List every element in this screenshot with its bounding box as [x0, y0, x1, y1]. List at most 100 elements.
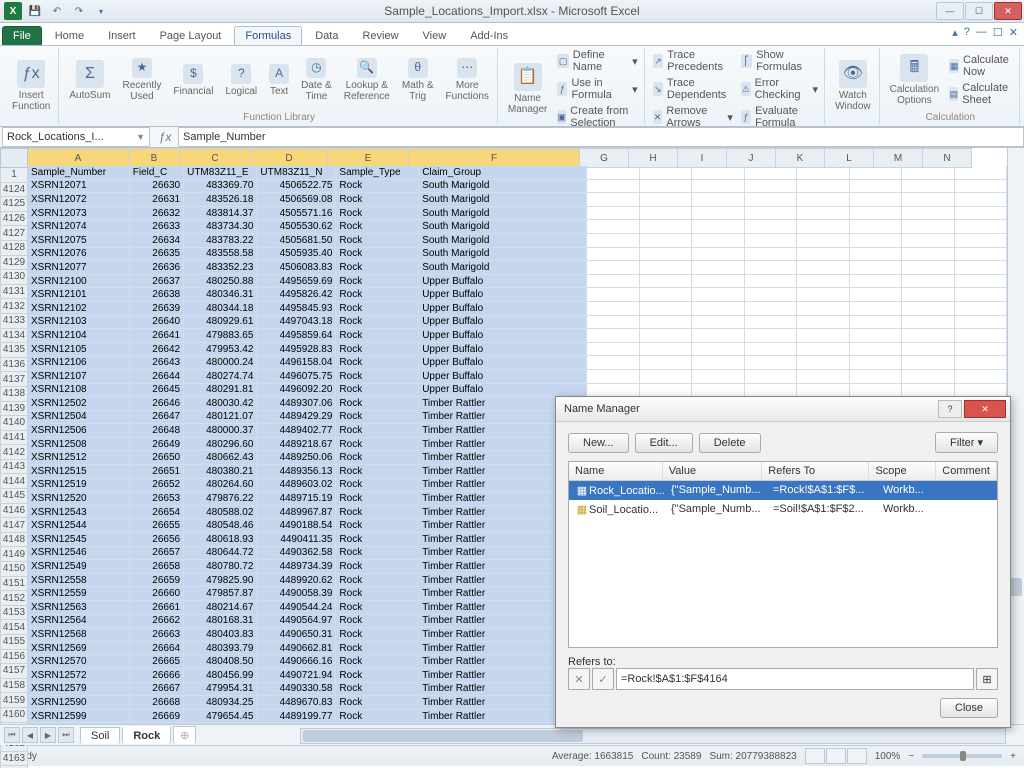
trace-dependents-button[interactable]: ↘Trace Dependents [651, 76, 735, 102]
table-row[interactable]: XSRN1210126638480346.314495826.42RockUpp… [28, 288, 1007, 302]
cell[interactable]: XSRN12599 [28, 710, 130, 724]
row-header[interactable]: 4135 [0, 343, 28, 358]
autosum-button[interactable]: ΣAutoSum [65, 58, 114, 103]
cell[interactable] [692, 356, 744, 370]
cell[interactable] [902, 166, 954, 180]
cell[interactable] [797, 220, 849, 234]
cell[interactable]: 480393.79 [184, 642, 257, 656]
cell[interactable]: Rock [336, 302, 419, 316]
cell[interactable] [745, 288, 797, 302]
cell[interactable]: UTM83Z11_N [257, 166, 336, 180]
cell[interactable]: 4489250.06 [257, 451, 336, 465]
logical-button[interactable]: ?Logical [221, 62, 261, 99]
cell[interactable]: Rock [336, 479, 419, 493]
cell[interactable]: 479954.31 [184, 683, 257, 697]
cell[interactable]: Rock [336, 642, 419, 656]
col-header-N[interactable]: N [923, 148, 972, 168]
delete-name-button[interactable]: Delete [699, 433, 761, 453]
cell[interactable]: 479825.90 [184, 574, 257, 588]
table-row[interactable]: XSRN1210426641479883.654495859.64RockUpp… [28, 329, 1007, 343]
zoom-in-button[interactable]: + [1010, 751, 1016, 762]
cell[interactable]: 480662.43 [184, 451, 257, 465]
cell[interactable] [955, 316, 1007, 330]
cell[interactable] [902, 356, 954, 370]
cell[interactable] [902, 261, 954, 275]
tab-view[interactable]: View [412, 26, 458, 45]
cell[interactable]: XSRN12572 [28, 669, 130, 683]
tab-review[interactable]: Review [351, 26, 409, 45]
cell[interactable]: 4495845.93 [257, 302, 336, 316]
workbook-min-icon[interactable]: — [976, 26, 987, 39]
cell[interactable]: 480000.24 [184, 356, 257, 370]
cell[interactable]: Upper Buffalo [419, 356, 587, 370]
cell[interactable]: 4490362.58 [257, 547, 336, 561]
row-header[interactable]: 4151 [0, 577, 28, 592]
row-header[interactable]: 4150 [0, 562, 28, 577]
trace-precedents-button[interactable]: ↗Trace Precedents [651, 48, 735, 74]
range-picker-icon[interactable]: ⊞ [976, 668, 998, 690]
cell[interactable]: 26666 [130, 669, 184, 683]
cell[interactable] [902, 316, 954, 330]
refers-cancel-button[interactable]: ✕ [568, 668, 590, 690]
cell[interactable]: 480296.60 [184, 438, 257, 452]
cell[interactable]: South Marigold [419, 220, 587, 234]
cell[interactable] [692, 343, 744, 357]
cell[interactable]: 26664 [130, 642, 184, 656]
cell[interactable]: Rock [336, 397, 419, 411]
cell[interactable]: XSRN12519 [28, 479, 130, 493]
cell[interactable] [745, 261, 797, 275]
row-header[interactable]: 4156 [0, 650, 28, 665]
refers-to-input[interactable]: =Rock!$A$1:$F$4164 [616, 668, 974, 690]
cell[interactable] [955, 275, 1007, 289]
col-header-M[interactable]: M [874, 148, 923, 168]
col-comment[interactable]: Comment [936, 462, 997, 480]
cell[interactable] [955, 234, 1007, 248]
cell[interactable] [902, 370, 954, 384]
cell[interactable] [797, 356, 849, 370]
cell[interactable] [902, 275, 954, 289]
cell[interactable]: Rock [336, 234, 419, 248]
cell[interactable] [692, 275, 744, 289]
cell[interactable]: 4489356.13 [257, 465, 336, 479]
cell[interactable] [902, 248, 954, 262]
column-headers[interactable]: ABCDEFGHIJKLMN [28, 148, 1007, 166]
cell[interactable]: 26636 [130, 261, 184, 275]
tab-file[interactable]: File [2, 26, 42, 45]
cell[interactable] [692, 261, 744, 275]
cell[interactable] [587, 329, 639, 343]
cell[interactable]: 480618.93 [184, 533, 257, 547]
row-header[interactable]: 4139 [0, 402, 28, 417]
col-header-D[interactable]: D [251, 148, 328, 168]
cell[interactable]: 26659 [130, 574, 184, 588]
cell[interactable]: 4496092.20 [257, 384, 336, 398]
cell[interactable]: XSRN12073 [28, 207, 130, 221]
cell[interactable]: 26634 [130, 234, 184, 248]
cell[interactable]: 26640 [130, 316, 184, 330]
row-header[interactable]: 4124 [0, 183, 28, 198]
cell[interactable] [797, 329, 849, 343]
filter-button[interactable]: Filter ▾ [935, 432, 998, 453]
cell[interactable] [640, 356, 692, 370]
cell[interactable] [850, 288, 902, 302]
col-value[interactable]: Value [663, 462, 763, 480]
row-header[interactable]: 4134 [0, 329, 28, 344]
cell[interactable]: 483526.18 [184, 193, 257, 207]
cell[interactable]: Rock [336, 587, 419, 601]
cell[interactable]: 480548.46 [184, 519, 257, 533]
cell[interactable]: 26663 [130, 628, 184, 642]
cell[interactable] [640, 180, 692, 194]
cell[interactable] [587, 343, 639, 357]
cell[interactable] [640, 248, 692, 262]
cell[interactable] [692, 288, 744, 302]
cell[interactable]: 4505571.16 [257, 207, 336, 221]
cell[interactable]: 4495859.64 [257, 329, 336, 343]
cell[interactable] [745, 207, 797, 221]
cell[interactable]: 4505935.40 [257, 248, 336, 262]
cell[interactable]: 4489734.39 [257, 560, 336, 574]
lookup-button[interactable]: 🔍Lookup & Reference [340, 56, 394, 104]
cell[interactable]: 483369.70 [184, 180, 257, 194]
financial-button[interactable]: $Financial [169, 62, 217, 99]
col-name[interactable]: Name [569, 462, 663, 480]
tab-insert[interactable]: Insert [97, 26, 147, 45]
chevron-down-icon[interactable]: ▼ [136, 132, 145, 142]
